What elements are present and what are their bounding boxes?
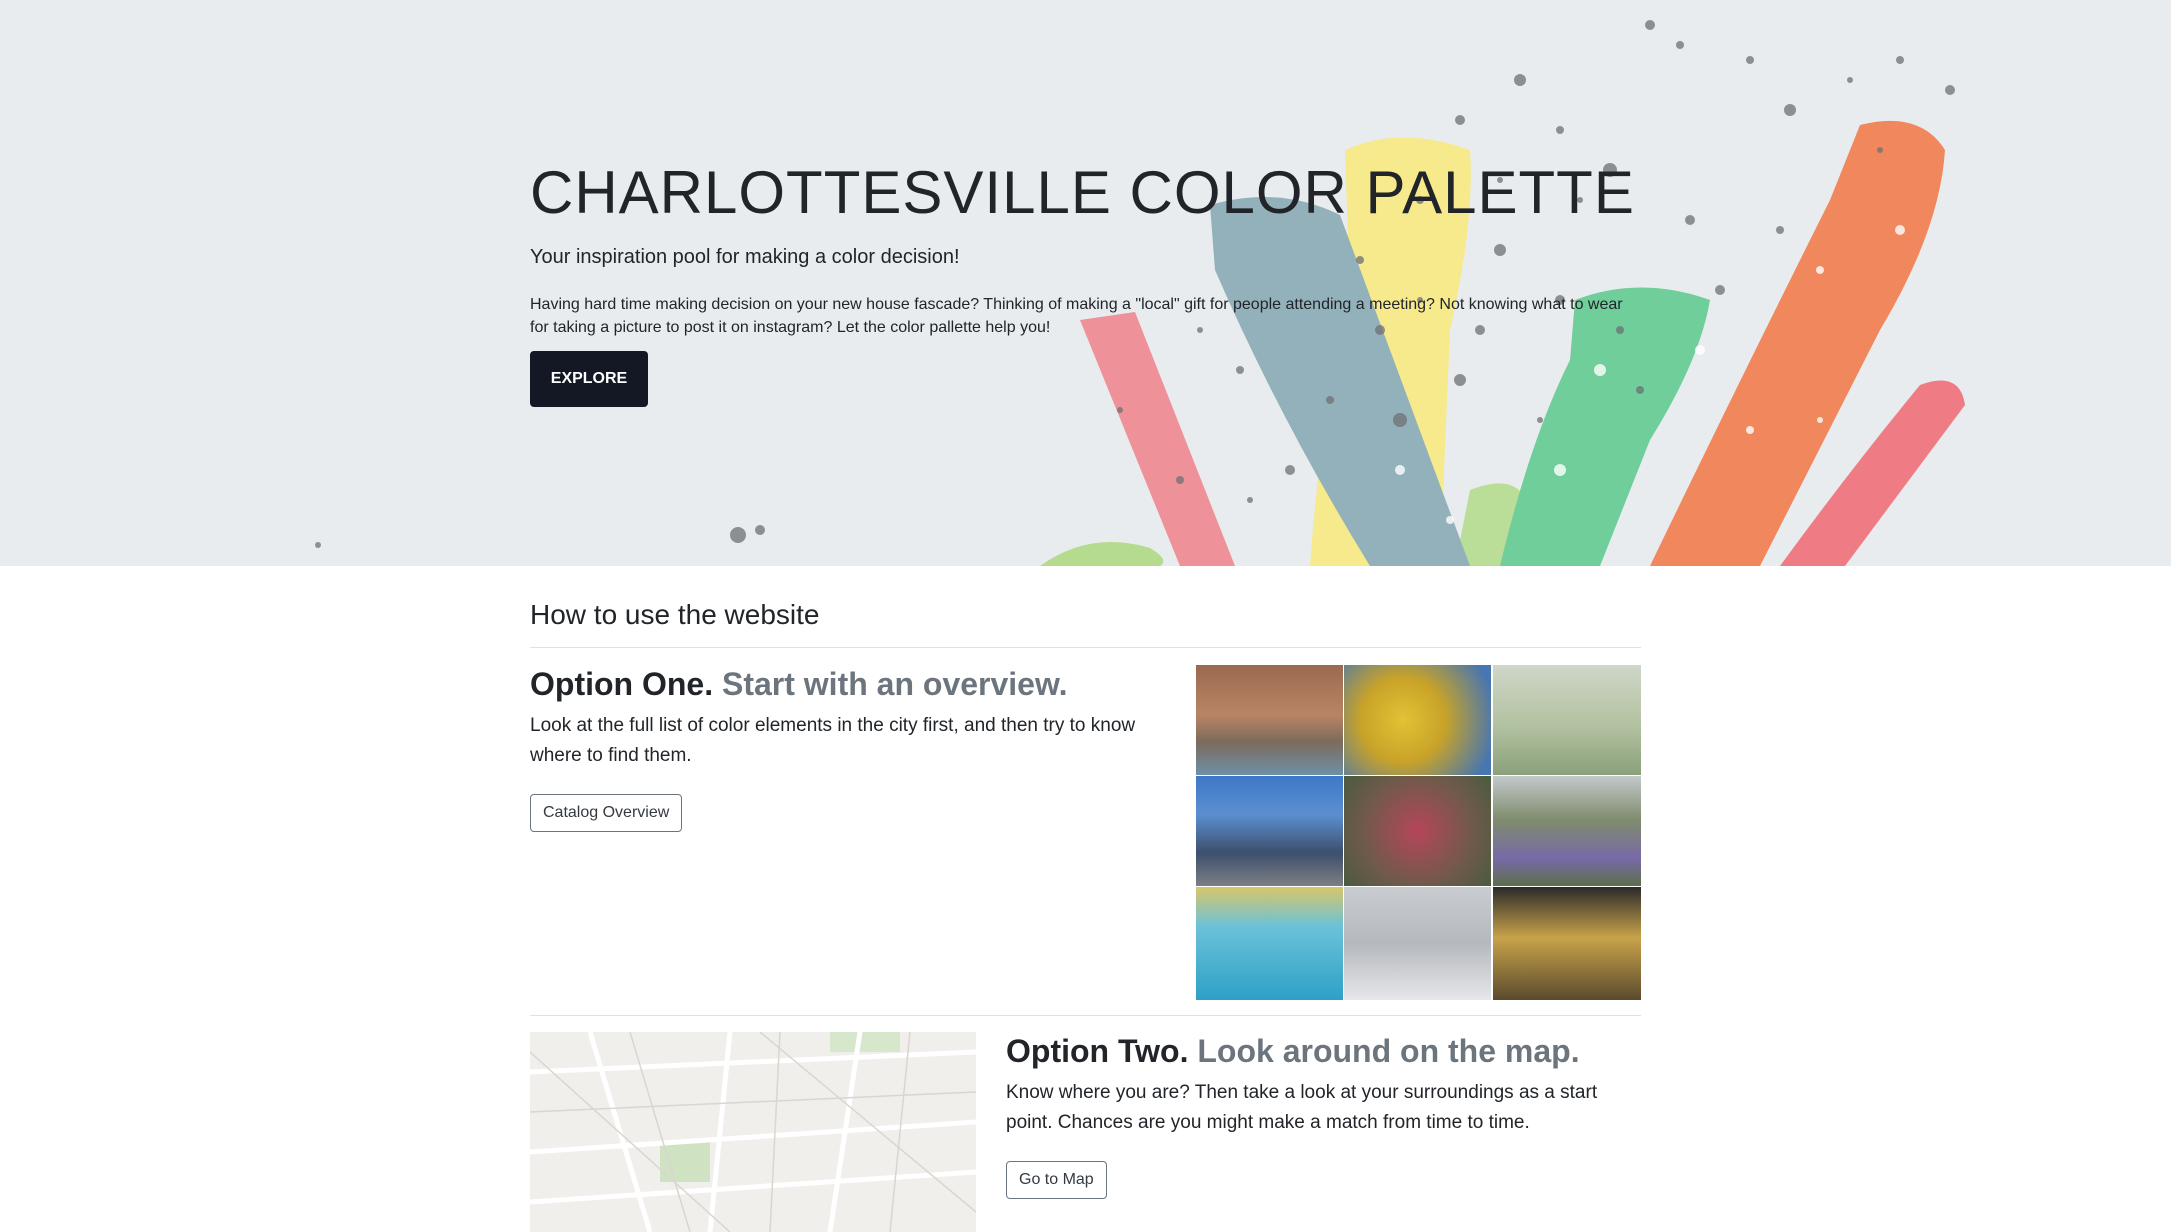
option-one-label: Option One. bbox=[530, 666, 714, 702]
option-two-tagline: Look around on the map. bbox=[1197, 1033, 1580, 1069]
option-two-text: Know where you are? Then take a look at … bbox=[1006, 1082, 1598, 1133]
photo-snowy-rotunda bbox=[1344, 887, 1491, 1000]
option-two-label: Option Two. bbox=[1006, 1033, 1189, 1069]
photo-market-tents bbox=[1196, 776, 1343, 886]
go-to-map-button[interactable]: Go to Map bbox=[1006, 1161, 1107, 1199]
option-one-heading: Option One. Start with an overview. bbox=[530, 664, 1068, 704]
hero-jumbotron: CHARLOTTESVILLE COLOR PALETTE Your inspi… bbox=[0, 0, 2171, 566]
photo-swimming-pool bbox=[1196, 887, 1343, 1000]
photo-white-blossoms bbox=[1493, 665, 1641, 775]
option-one-tagline: Start with an overview. bbox=[721, 666, 1068, 702]
explore-button[interactable]: EXPLORE bbox=[530, 351, 648, 407]
option-two-heading: Option Two. Look around on the map. bbox=[1006, 1031, 1580, 1071]
photo-rotunda-night bbox=[1493, 887, 1641, 1000]
photo-red-berries bbox=[1344, 776, 1491, 886]
hero-lead: Your inspiration pool for making a color… bbox=[530, 246, 960, 268]
divider bbox=[530, 647, 1641, 648]
map-preview[interactable] bbox=[530, 1032, 976, 1232]
catalog-overview-button[interactable]: Catalog Overview bbox=[530, 794, 683, 832]
hero-description: Having hard time making decision on your… bbox=[530, 296, 1623, 336]
option-one-text: Look at the full list of color elements … bbox=[530, 715, 1136, 766]
hero-content: CHARLOTTESVILLE COLOR PALETTE Your inspi… bbox=[530, 155, 1635, 407]
photo-yellow-tree bbox=[1344, 665, 1491, 775]
section-heading: How to use the website bbox=[530, 599, 820, 630]
photo-downtown-mall bbox=[1196, 665, 1343, 775]
photo-bluebell-field bbox=[1493, 776, 1641, 886]
photo-grid bbox=[1196, 665, 1641, 1000]
map-image bbox=[530, 1032, 976, 1232]
page-title: CHARLOTTESVILLE COLOR PALETTE bbox=[530, 159, 1635, 226]
divider bbox=[530, 1015, 1641, 1016]
